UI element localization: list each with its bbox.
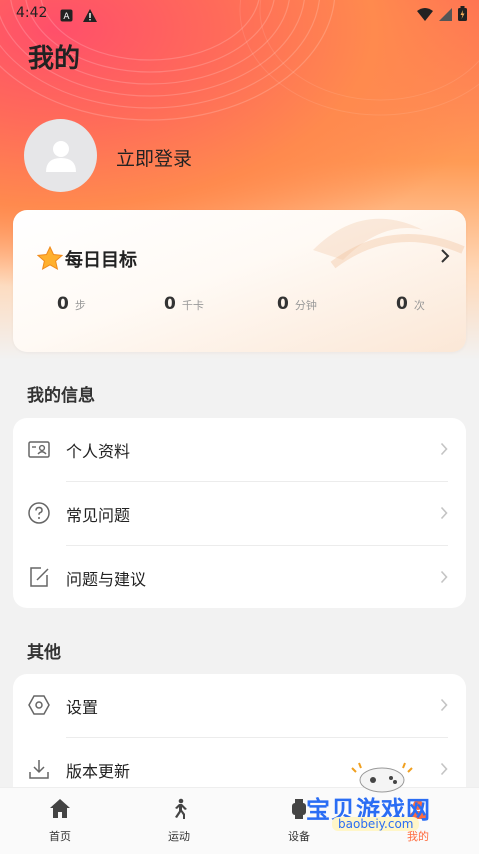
notification-a-icon: A [60, 7, 73, 26]
status-bar: 4:42 A [0, 0, 479, 28]
tab-home[interactable]: 首页 [20, 798, 100, 844]
chevron-right-icon [440, 505, 448, 524]
signal-icon [439, 6, 452, 25]
question-circle-icon [27, 501, 51, 525]
tab-sport[interactable]: 运动 [139, 798, 219, 844]
menu-item-label: 版本更新 [66, 762, 131, 781]
decorative-swoosh [313, 218, 465, 269]
menu-item-profile[interactable]: 个人资料 [13, 418, 466, 481]
login-link[interactable]: 立即登录 [116, 144, 192, 171]
menu-item-label: 问题与建议 [66, 570, 147, 589]
menu-item-settings[interactable]: 设置 [13, 674, 466, 737]
daily-goal-card[interactable]: 每日目标 0 步 0 千卡 0 分钟 0 次 [13, 210, 466, 352]
status-time: 4:42 [16, 5, 48, 21]
gamepad-icon [351, 762, 413, 793]
menu-item-label: 个人资料 [66, 442, 131, 461]
my-info-card: 个人资料 常见问题 问题与建议 [13, 418, 466, 608]
edit-note-icon [27, 565, 51, 589]
menu-item-label: 常见问题 [66, 506, 131, 525]
battery-icon [458, 6, 467, 25]
running-icon [175, 798, 187, 819]
daily-goal-title: 每日目标 [65, 250, 137, 271]
stat-steps: 0 步 [57, 294, 86, 314]
chevron-right-icon [440, 697, 448, 716]
hexagon-settings-icon [27, 693, 51, 717]
svg-text:A: A [63, 12, 70, 22]
chevron-right-icon [440, 569, 448, 588]
section-title-my-info: 我的信息 [27, 386, 95, 406]
id-card-icon [27, 437, 51, 461]
stat-minutes: 0 分钟 [277, 294, 317, 314]
stat-calories: 0 千卡 [164, 294, 204, 314]
menu-item-feedback[interactable]: 问题与建议 [13, 546, 466, 609]
chevron-right-icon[interactable] [440, 248, 450, 268]
section-title-other: 其他 [27, 643, 61, 663]
page-title: 我的 [28, 44, 81, 74]
download-icon [27, 757, 51, 781]
warning-icon [83, 7, 97, 26]
stat-times: 0 次 [396, 294, 425, 314]
wifi-icon [417, 6, 433, 25]
menu-item-label: 设置 [66, 698, 99, 717]
menu-item-faq[interactable]: 常见问题 [13, 482, 466, 545]
avatar[interactable] [24, 119, 97, 192]
star-icon [36, 245, 64, 274]
chevron-right-icon [440, 441, 448, 460]
home-icon [50, 799, 70, 818]
watermark-logo: 宝贝游戏网 baobeiy.com [302, 760, 452, 840]
user-icon [45, 140, 76, 172]
